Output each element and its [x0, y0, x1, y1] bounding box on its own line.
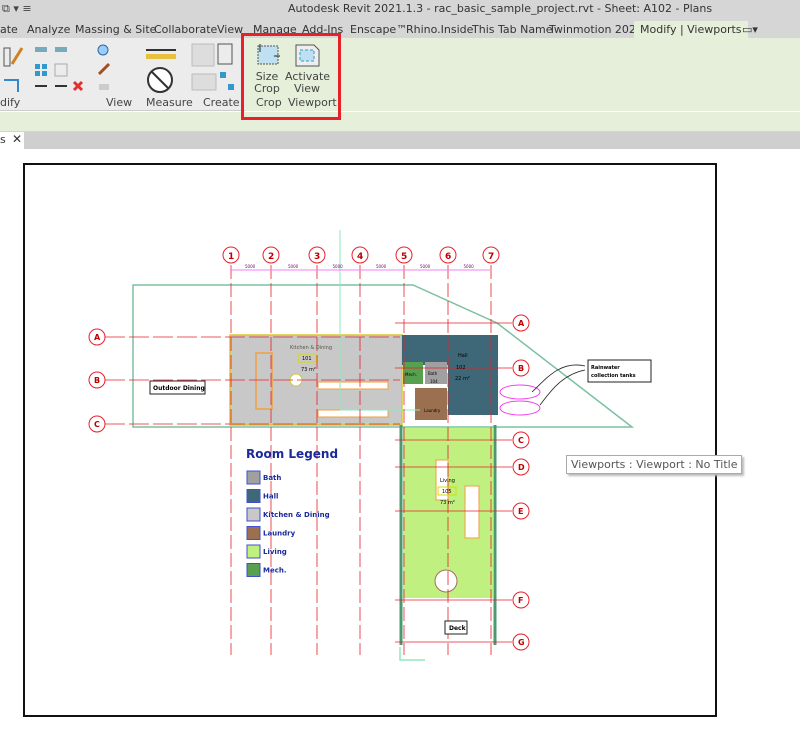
grid-label: 3 — [314, 252, 320, 262]
rainwater-tank — [499, 384, 541, 400]
grid-label: G — [518, 638, 525, 647]
dimension-label: 5000 — [333, 264, 344, 269]
grid-label: E — [518, 507, 523, 516]
room-area-hall: 22 m² — [455, 376, 470, 382]
room-legend-title: Room Legend — [246, 447, 338, 461]
grid-label: C — [518, 436, 524, 445]
room-hall — [448, 335, 498, 415]
dimension-label: 5000 — [288, 264, 299, 269]
legend-swatch — [246, 507, 261, 522]
legend-swatch — [246, 526, 261, 540]
grid-label: 2 — [268, 252, 274, 262]
room-area-living: 73 m² — [440, 500, 455, 506]
label-deck: Deck — [449, 625, 467, 632]
legend-label: Laundry — [263, 530, 296, 538]
room-hall-west — [402, 335, 452, 365]
dimension-label: 5000 — [464, 264, 475, 269]
room-name-bath: Bath — [428, 371, 438, 376]
room-name-mech: Mech. — [405, 372, 417, 377]
room-name-laundry: Laundry — [424, 408, 441, 413]
room-name-living: Living — [440, 478, 455, 484]
grid-label: A — [94, 333, 101, 342]
dimension-label: 5000 — [376, 264, 387, 269]
room-area-kitchen: 73 m² — [301, 367, 316, 373]
label-rainwater-1: Rainwater — [591, 365, 620, 371]
legend-label: Mech. — [263, 567, 287, 575]
viewport-tooltip: Viewports : Viewport : No Title — [566, 455, 743, 474]
dimension-label: 5000 — [245, 264, 256, 269]
label-rainwater-2: collection tanks — [591, 373, 636, 379]
room-number-bath: 104 — [430, 379, 438, 384]
grid-label: B — [518, 364, 524, 373]
grid-label: 4 — [357, 252, 363, 262]
room-name-hall: Hall — [458, 353, 468, 359]
grid-label: 5 — [401, 252, 407, 262]
rainwater-tank — [499, 400, 541, 416]
grid-label: 7 — [488, 252, 494, 262]
grid-label: D — [518, 463, 525, 472]
legend-swatch — [246, 544, 261, 559]
grid-label: 6 — [445, 252, 451, 262]
room-number-kitchen: 101 — [302, 356, 312, 362]
grid-label: F — [518, 596, 523, 605]
floor-plan-viewport[interactable]: 1 2 3 4 5 6 7 A B C A B C D E F G 5000 5000 5000 5000 5000 50… — [0, 0, 800, 739]
legend-swatch — [246, 470, 261, 485]
dimension-label: 5000 — [420, 264, 431, 269]
legend-swatch — [246, 489, 261, 503]
room-number-living: 105 — [442, 489, 452, 495]
grid-label: A — [518, 319, 525, 328]
legend-label: Kitchen & Dining — [263, 511, 330, 519]
label-outdoor-dining: Outdoor Dining — [153, 385, 205, 392]
grid-label: B — [94, 376, 100, 385]
legend-label: Bath — [263, 474, 281, 482]
legend-label: Living — [263, 548, 287, 556]
room-name-kitchen: Kitchen & Dining — [290, 345, 332, 351]
room-laundry — [415, 388, 447, 420]
legend-label: Hall — [263, 493, 278, 501]
room-number-hall: 102 — [456, 365, 466, 371]
grid-label: 1 — [228, 252, 234, 262]
legend-swatch — [246, 563, 261, 577]
grid-label: C — [94, 420, 100, 429]
